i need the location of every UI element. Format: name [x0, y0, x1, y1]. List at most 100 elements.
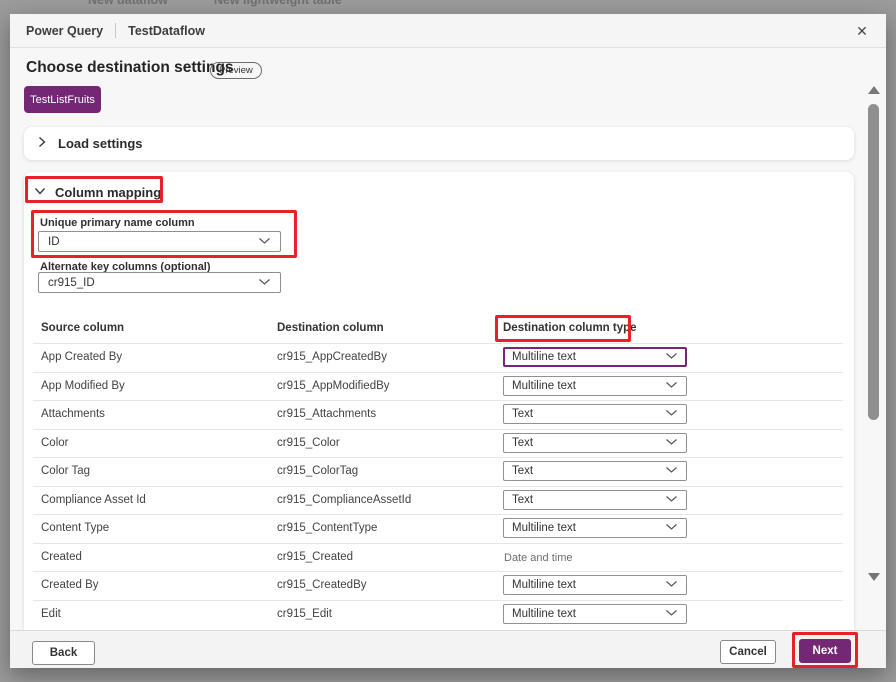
type-readonly-text: Date and time	[503, 552, 572, 564]
source-column-cell: Edit	[24, 608, 277, 620]
destination-column-cell: cr915_Attachments	[277, 408, 503, 420]
destination-column-cell: cr915_AppCreatedBy	[277, 351, 503, 363]
type-dropdown[interactable]: Multiline text	[503, 518, 687, 538]
table-row: App Created By cr915_AppCreatedBy Multil…	[24, 343, 854, 372]
destination-column-cell: cr915_CreatedBy	[277, 579, 503, 591]
source-column-cell: App Modified By	[24, 380, 277, 392]
table-row: Created cr915_Created Date and time	[24, 543, 854, 572]
unique-primary-dropdown[interactable]: ID	[38, 231, 281, 252]
chevron-down-icon	[665, 579, 678, 591]
table-row: App Modified By cr915_AppModifiedBy Mult…	[24, 372, 854, 401]
type-dropdown[interactable]: Text	[503, 404, 687, 424]
destination-type-cell: Text	[503, 461, 687, 481]
source-column-header: Source column	[41, 322, 124, 334]
column-mapping-label: Column mapping	[55, 185, 161, 200]
destination-column-cell: cr915_AppModifiedBy	[277, 380, 503, 392]
source-column-cell: Created By	[24, 579, 277, 591]
type-dropdown[interactable]: Multiline text	[503, 376, 687, 396]
destination-type-cell: Multiline text	[503, 376, 687, 396]
column-mapping-header[interactable]: Column mapping	[34, 183, 161, 201]
source-column-cell: Compliance Asset Id	[24, 494, 277, 506]
background-tab-label: New dataflow	[88, 0, 168, 7]
destination-type-cell: Text	[503, 404, 687, 424]
chevron-down-icon	[665, 522, 678, 534]
destination-column-cell: cr915_Created	[277, 551, 503, 563]
type-value: Text	[512, 437, 533, 449]
type-dropdown[interactable]: Text	[503, 461, 687, 481]
type-value: Text	[512, 408, 533, 420]
source-column-cell: Color	[24, 437, 277, 449]
type-value: Multiline text	[512, 522, 576, 534]
table-row: Attachments cr915_Attachments Text	[24, 400, 854, 429]
cancel-button[interactable]: Cancel	[720, 640, 776, 664]
destination-column-cell: cr915_ContentType	[277, 522, 503, 534]
type-value: Multiline text	[512, 579, 576, 591]
chevron-down-icon	[665, 437, 678, 449]
titlebar-divider	[115, 23, 116, 38]
type-dropdown[interactable]: Multiline text	[503, 604, 687, 624]
entity-tab-testlistfruits[interactable]: TestListFruits	[24, 86, 101, 113]
chevron-down-icon	[665, 408, 678, 420]
background-tab-label: New lightweight table	[214, 0, 342, 7]
dialog-footer: Back Cancel Next	[10, 630, 886, 668]
load-settings-section[interactable]: Load settings	[24, 127, 854, 160]
source-column-cell: Attachments	[24, 408, 277, 420]
dialog-titlebar: Power Query TestDataflow ✕	[10, 14, 886, 48]
destination-column-cell: cr915_Edit	[277, 608, 503, 620]
chevron-down-icon	[34, 183, 46, 201]
scroll-down-icon[interactable]	[868, 573, 880, 581]
chevron-down-icon	[665, 608, 678, 620]
type-dropdown[interactable]: Multiline text	[503, 575, 687, 595]
unique-primary-label: Unique primary name column	[40, 217, 195, 229]
background-page-text: New dataflow New lightweight table	[88, 0, 342, 7]
destination-column-cell: cr915_ComplianceAssetId	[277, 494, 503, 506]
unique-primary-value: ID	[48, 236, 60, 248]
destination-type-cell: Multiline text	[503, 575, 687, 595]
scrollbar-thumb[interactable]	[868, 104, 879, 420]
next-button[interactable]: Next	[799, 639, 851, 663]
type-value: Date and time	[504, 552, 572, 564]
chevron-down-icon	[665, 351, 678, 363]
type-dropdown[interactable]: Text	[503, 490, 687, 510]
dialog-content: Choose destination settings Preview Test…	[10, 48, 886, 630]
type-dropdown[interactable]: Text	[503, 433, 687, 453]
alternate-key-dropdown[interactable]: cr915_ID	[38, 272, 281, 293]
table-row: Content Type cr915_ContentType Multiline…	[24, 514, 854, 543]
scroll-up-icon[interactable]	[868, 86, 880, 94]
table-row: Created By cr915_CreatedBy Multiline tex…	[24, 571, 854, 600]
table-row: Color cr915_Color Text	[24, 429, 854, 458]
type-value: Text	[512, 465, 533, 477]
chevron-down-icon	[665, 465, 678, 477]
mapping-table-body: App Created By cr915_AppCreatedBy Multil…	[24, 343, 854, 628]
destination-type-cell: Text	[503, 490, 687, 510]
destination-column-cell: cr915_ColorTag	[277, 465, 503, 477]
destination-type-cell: Multiline text	[503, 604, 687, 624]
alternate-key-value: cr915_ID	[48, 277, 95, 289]
type-value: Multiline text	[512, 380, 576, 392]
destination-settings-dialog: Power Query TestDataflow ✕ Choose destin…	[10, 14, 886, 668]
chevron-down-icon	[665, 494, 678, 506]
source-column-cell: Created	[24, 551, 277, 563]
type-dropdown[interactable]: Multiline text	[503, 347, 687, 367]
table-row: Color Tag cr915_ColorTag Text	[24, 457, 854, 486]
vertical-scrollbar[interactable]	[865, 84, 883, 590]
destination-type-cell: Multiline text	[503, 518, 687, 538]
type-value: Multiline text	[512, 608, 576, 620]
source-column-cell: Color Tag	[24, 465, 277, 477]
dataflow-title: TestDataflow	[128, 24, 205, 38]
chevron-down-icon	[258, 236, 271, 248]
source-column-cell: App Created By	[24, 351, 277, 363]
app-title: Power Query	[26, 24, 103, 38]
source-column-cell: Content Type	[24, 522, 277, 534]
type-value: Multiline text	[512, 351, 576, 363]
destination-type-cell: Date and time	[503, 548, 572, 566]
back-button[interactable]: Back	[32, 641, 95, 665]
destination-column-cell: cr915_Color	[277, 437, 503, 449]
load-settings-label: Load settings	[58, 136, 143, 151]
chevron-right-icon	[37, 135, 47, 153]
chevron-down-icon	[665, 380, 678, 392]
destination-type-cell: Text	[503, 433, 687, 453]
column-mapping-section: Column mapping Unique primary name colum…	[24, 172, 854, 630]
table-row: Edit cr915_Edit Multiline text	[24, 600, 854, 629]
close-icon[interactable]: ✕	[852, 21, 872, 41]
